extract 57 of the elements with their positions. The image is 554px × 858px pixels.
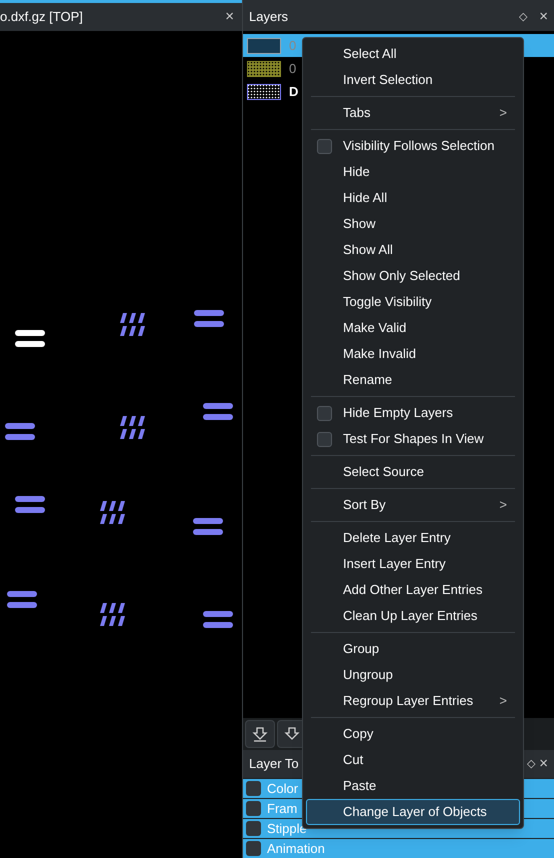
menu-item[interactable]: Hide [306,159,520,185]
menu-item[interactable]: Show Only Selected [306,263,520,289]
checkbox[interactable] [317,432,332,446]
menu-item[interactable]: Group [306,636,520,662]
panel-title: Layers [249,8,290,26]
arrow-down-to-line-icon [252,726,268,742]
editor-tab[interactable]: o.dxf.gz [TOP] × [0,3,242,31]
checkbox[interactable] [317,406,332,420]
section-label: Color [267,780,298,798]
panel-title: Layer To [249,755,299,774]
menu-item[interactable]: Copy [306,721,520,747]
layer-name: D [289,82,298,101]
close-icon[interactable]: × [539,752,548,776]
submenu-arrow: > [499,496,507,514]
menu-item[interactable]: Add Other Layer Entries [306,577,520,603]
menu-item[interactable]: Hide Empty Layers [306,400,520,426]
expand-box-icon [246,821,261,836]
close-icon[interactable]: × [225,6,234,28]
menu-item[interactable]: Insert Layer Entry [306,551,520,577]
close-icon[interactable]: × [539,6,548,28]
menu-item[interactable]: Show All [306,237,520,263]
menu-item[interactable]: Clean Up Layer Entries [306,603,520,629]
menu-item[interactable]: Visibility Follows Selection [306,133,520,159]
menu-item[interactable]: Delete Layer Entry [306,525,520,551]
menu-item[interactable]: Make Invalid [306,341,520,367]
menu-item[interactable]: Ungroup [306,662,520,688]
menu-item[interactable]: Select All [306,41,520,67]
section-label: Animation [267,840,325,858]
tab-title: o.dxf.gz [TOP] [0,8,83,26]
submenu-arrow: > [499,692,507,710]
section-label: Stipple [267,820,307,838]
move-down-button[interactable] [245,720,275,748]
menu-item[interactable]: Rename [306,367,520,393]
menu-item[interactable]: Show [306,211,520,237]
menu-item[interactable]: Toggle Visibility [306,289,520,315]
menu-item[interactable]: Sort By > [306,492,520,518]
menu-item[interactable]: Make Valid [306,315,520,341]
float-icon[interactable]: ◇ [527,756,536,772]
arrow-down-icon [284,726,300,742]
section-label: Fram [267,800,298,818]
menu-item[interactable]: Hide All [306,185,520,211]
checkbox[interactable] [317,138,332,154]
menu-item[interactable]: Test For Shapes In View [306,426,520,452]
float-icon[interactable]: ◇ [519,8,528,26]
menu-item[interactable]: Regroup Layer Entries > [306,688,520,714]
submenu-arrow: > [499,104,507,122]
menu-item[interactable]: Invert Selection [306,67,520,93]
menu-item[interactable]: Select Source [306,459,520,485]
expand-box-icon [246,781,261,796]
layer-name: 0 [289,60,296,78]
menu-item[interactable]: Cut [306,747,520,773]
expand-box-icon [246,841,261,856]
menu-item[interactable]: Paste [306,773,520,799]
menu-item[interactable]: Tabs > [306,100,520,126]
layer-name: 0 [289,36,296,55]
menu-item[interactable]: Change Layer of Objects [306,799,520,825]
expand-box-icon [246,801,261,816]
